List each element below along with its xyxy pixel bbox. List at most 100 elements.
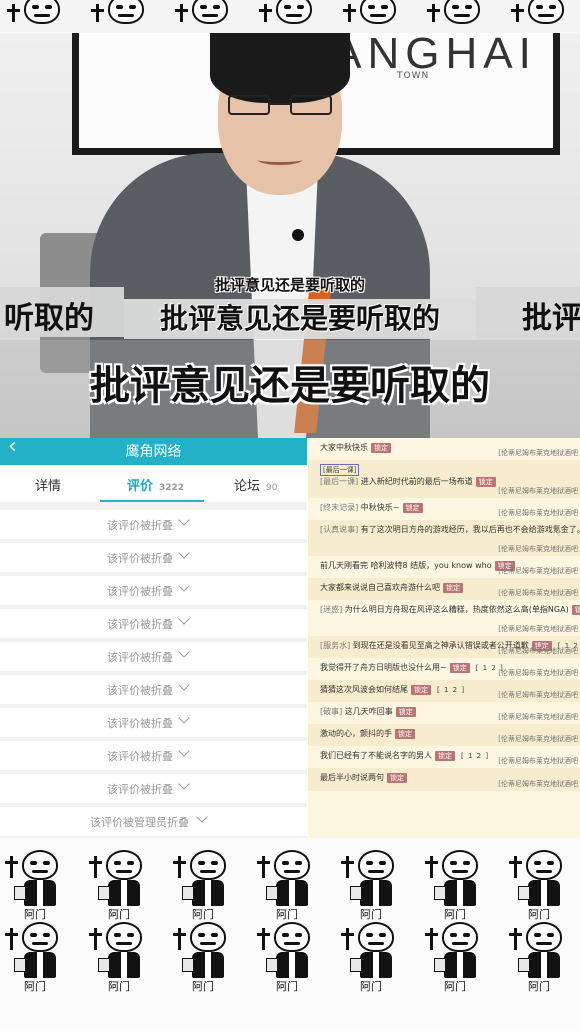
post-author: [伦蒂尼姆布莱克地狱酒吧 [498, 757, 578, 765]
folded-review-item[interactable]: 该评价被折叠 [0, 510, 307, 539]
meme-tile [511, 0, 570, 33]
post-author: [伦蒂尼姆布莱克地狱酒吧 [498, 713, 578, 721]
face-icon [106, 850, 142, 880]
cross-icon [341, 856, 354, 878]
chevron-down-icon[interactable] [178, 646, 190, 658]
post-title[interactable]: 中秋快乐~ [361, 503, 400, 512]
post-title-line: [破事] 这几天咋回事 锁定 [320, 706, 416, 717]
tab-details[interactable]: 详情 [35, 475, 61, 494]
folded-review-item[interactable]: 该评价被折叠 [0, 576, 307, 605]
post-highlight-tag: [最后一课] [320, 464, 360, 476]
forum-post-row[interactable]: 大家中秋快乐 锁定 [伦蒂尼姆布莱克地狱酒吧 [308, 438, 580, 460]
cross-icon [509, 856, 522, 878]
chevron-down-icon[interactable] [178, 712, 190, 724]
post-author: [伦蒂尼姆布莱克地狱酒吧 [498, 647, 578, 655]
chevron-down-icon[interactable] [196, 811, 208, 823]
post-title[interactable]: 有了这次明日方舟的游戏经历，我以后再也不会给游戏氪金了。 [361, 525, 580, 534]
book-icon [98, 886, 110, 900]
book-icon [98, 958, 110, 972]
post-author: [伦蒂尼姆布莱克地狱酒吧 [498, 735, 578, 743]
post-title[interactable]: 最后半小时说两句 [320, 773, 384, 782]
post-title-line: 我们已经有了不能说名字的男人 锁定 [ 1 2 ] [320, 750, 489, 761]
post-pages[interactable]: [ 1 2 ] [461, 752, 489, 760]
face-icon [276, 0, 312, 24]
post-title[interactable]: 这几天咋回事 [345, 707, 393, 716]
locked-badge: 锁定 [449, 663, 470, 673]
chevron-down-icon[interactable] [178, 580, 190, 592]
tab-forum[interactable]: 论坛 90 [234, 475, 277, 494]
subtitle-side-right: 批评 [476, 287, 580, 337]
meme-tile [343, 0, 402, 33]
app-header: ‹ 鹰角网络 [0, 438, 307, 465]
forum-post-row[interactable]: 前几天刚看完 哈利波特8 结版，you know who 锁定 [伦蒂尼姆布莱克地狱… [308, 556, 580, 578]
forum-post-row[interactable]: [终末记录] 中秋快乐~ 锁定 [伦蒂尼姆布莱克地狱酒吧 [308, 498, 580, 520]
folded-review-item[interactable]: 该评价被折叠 [0, 708, 307, 737]
tab-reviews[interactable]: 评价 3222 [127, 475, 184, 494]
face-icon [526, 922, 562, 952]
post-author: [伦蒂尼姆布莱克地狱酒吧 [498, 691, 578, 699]
book-icon [434, 886, 446, 900]
book-icon [434, 958, 446, 972]
face-icon [24, 0, 60, 24]
folded-review-label: 该评价被折叠 [107, 717, 173, 730]
post-title[interactable]: 为什么明日方舟现在风评这么糟糕，热度依然这么高(单指NGA) [345, 605, 569, 614]
forum-post-row[interactable]: [服务水] 到现在还是没看见至高之神承认错误或者公开道歉锁定[ 1 2 3 ][… [308, 636, 580, 658]
folded-review-item[interactable]: 该评价被折叠 [0, 642, 307, 671]
forum-post-row[interactable]: 猜猜这次风波会如何结尾 锁定 [ 1 2 ] [伦蒂尼姆布莱克地狱酒吧 [308, 680, 580, 702]
active-tab-indicator [100, 500, 204, 502]
forum-post-row[interactable]: 激动的心，颤抖的手 锁定 [伦蒂尼姆布莱克地狱酒吧 [308, 724, 580, 746]
meme-caption: 阿门 [108, 980, 130, 993]
review-panel: ‹ 鹰角网络 详情 评价 3222 论坛 90 该评价被折叠 该评价被折叠 该评价被折叠… [0, 438, 307, 838]
face-icon [190, 922, 226, 952]
chevron-down-icon[interactable] [178, 778, 190, 790]
forum-post-row[interactable]: 我觉得开了舟方日明版也没什么用~ 锁定[ 1 2 ] [伦蒂尼姆布莱克地狱酒吧 [308, 658, 580, 680]
subtitle-mid-row: 听取的 批评意见还是要听取的 批评 [0, 283, 580, 339]
post-title[interactable]: 我觉得开了舟方日明版也没什么用~ [320, 663, 447, 672]
post-title[interactable]: 大家都来说说自己喜欢舟游什么吧 [320, 583, 440, 592]
face-icon [22, 850, 58, 880]
forum-post-row[interactable]: 我们已经有了不能说名字的男人 锁定 [ 1 2 ] [伦蒂尼姆布莱克地狱酒吧 [308, 746, 580, 768]
chevron-down-icon[interactable] [178, 613, 190, 625]
book-icon [350, 958, 362, 972]
chevron-down-icon[interactable] [178, 745, 190, 757]
post-title-line: 我觉得开了舟方日明版也没什么用~ 锁定[ 1 2 ] [320, 662, 504, 673]
folded-review-item[interactable]: 该评价被管理员折叠 [0, 807, 307, 836]
post-title[interactable]: 我们已经有了不能说名字的男人 [320, 751, 432, 760]
locked-badge: 锁定 [402, 503, 423, 513]
folded-review-item[interactable]: 该评价被折叠 [0, 741, 307, 770]
folded-review-item[interactable]: 该评价被折叠 [0, 609, 307, 638]
book-icon [518, 958, 530, 972]
meme-tile: 阿门 [5, 846, 64, 922]
locked-badge: 锁定 [435, 751, 455, 761]
meme-tile: 阿门 [509, 918, 568, 994]
meme-tile: 阿门 [173, 918, 232, 994]
forum-post-row[interactable]: 最后半小时说两句 锁定 [伦蒂尼姆布莱克地狱酒吧 [308, 768, 580, 791]
folded-review-item[interactable]: 该评价被折叠 [0, 675, 307, 704]
forum-post-row[interactable]: 大家都来说说自己喜欢舟游什么吧 锁定 [伦蒂尼姆布莱克地狱酒吧 [308, 578, 580, 600]
folded-review-item[interactable]: 该评价被折叠 [0, 543, 307, 572]
chevron-down-icon[interactable] [178, 547, 190, 559]
meme-strip-bottom: 阿门 阿门 阿门 阿门 阿门 阿门 阿门 阿门 阿门 阿门 阿门 阿门 阿门 阿门 [0, 838, 580, 1031]
post-author: [伦蒂尼姆布莱克地狱酒吧 [498, 625, 578, 633]
folded-review-item[interactable]: 该评价被折叠 [0, 774, 307, 803]
forum-post-row[interactable]: [最后一课] [最后一课] 进入新纪时代前的最后一场布道 锁定 [伦蒂尼姆布莱克地狱酒… [308, 460, 580, 498]
meme-tile [7, 0, 66, 33]
post-pages[interactable]: [ 1 2 ] [437, 686, 465, 694]
post-title[interactable]: 前几天刚看完 哈利波特8 结版，you know who [320, 561, 492, 570]
chevron-down-icon[interactable] [178, 514, 190, 526]
forum-post-row[interactable]: [认真说事] 有了这次明日方舟的游戏经历，我以后再也不会给游戏氪金了。锁定[ 1… [308, 520, 580, 556]
post-title[interactable]: 大家中秋快乐 [320, 443, 368, 452]
locked-badge: 锁定 [387, 773, 407, 783]
meme-tile: 阿门 [5, 918, 64, 994]
forum-post-row[interactable]: [迷惑] 为什么明日方舟现在风评这么糟糕，热度依然这么高(单指NGA)锁定[ 1… [308, 600, 580, 636]
post-title[interactable]: 进入新纪时代前的最后一场布道 [361, 477, 473, 486]
post-title[interactable]: 猜猜这次风波会如何结尾 [320, 685, 408, 694]
forum-post-row[interactable]: [破事] 这几天咋回事 锁定 [伦蒂尼姆布莱克地狱酒吧 [308, 702, 580, 724]
cross-icon [5, 928, 18, 950]
cross-icon [89, 928, 102, 950]
chevron-down-icon[interactable] [178, 679, 190, 691]
forum-list: 大家中秋快乐 锁定 [伦蒂尼姆布莱克地狱酒吧 [最后一课] [最后一课] 进入新纪时代前… [308, 438, 580, 838]
post-title[interactable]: 激动的心，颤抖的手 [320, 729, 392, 738]
book-icon [266, 958, 278, 972]
meme-tile: 阿门 [257, 846, 316, 922]
